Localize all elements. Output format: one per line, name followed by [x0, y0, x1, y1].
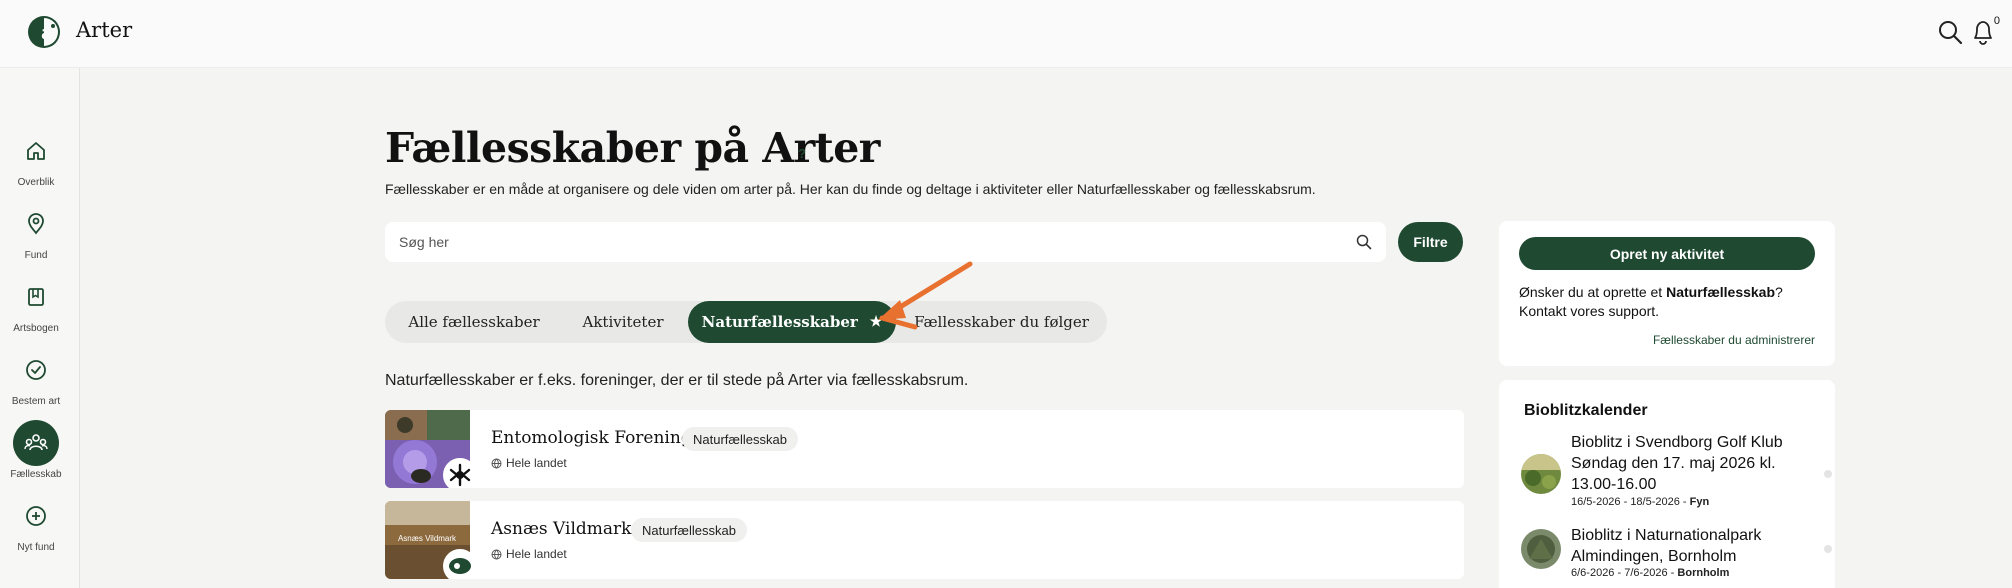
event-title: Bioblitz i Naturnationalpark Almindingen… [1571, 527, 1762, 565]
notification-bell-icon[interactable]: 0 [1970, 15, 2000, 46]
search-icon[interactable] [1356, 234, 1372, 250]
home-icon [13, 128, 59, 174]
support-text-part: Ønsker du at oprette et [1519, 284, 1667, 300]
event-image [1521, 529, 1561, 569]
event-region: Bornholm [1677, 567, 1730, 579]
sidebar-item-label: Nyt fund [17, 542, 55, 553]
tab-alle-faellesskaber[interactable]: Alle fællesskaber [385, 301, 563, 343]
community-name: Asnæs Vildmark [491, 519, 632, 539]
community-icon [13, 420, 59, 466]
search-icon[interactable] [1936, 18, 1964, 46]
admin-communities-link[interactable]: Fællesskaber du administrerer [1653, 333, 1815, 347]
event-region: Fyn [1689, 496, 1710, 508]
community-logo-icon [443, 549, 477, 579]
event-meta: 6/6-2026 - 7/6-2026 - Bornholm [1571, 567, 1729, 579]
community-logo-icon [443, 458, 477, 488]
sidebar-item-overblik[interactable]: Overblik [0, 128, 72, 188]
help-icon[interactable]: ? [798, 146, 806, 161]
community-image-text: Asnæs Vildmark [398, 534, 457, 543]
page-intro: Fællesskaber er en måde at organisere og… [385, 181, 1316, 197]
location-pin-icon [13, 201, 59, 247]
event-image [1521, 454, 1561, 494]
community-location: Hele landet [491, 456, 567, 470]
tab-aktiviteter[interactable]: Aktiviteter [563, 301, 683, 343]
globe-icon [491, 458, 502, 469]
tab-label: Naturfællesskaber [701, 313, 858, 331]
globe-icon [491, 549, 502, 560]
search-field [385, 222, 1386, 262]
tab-label: Aktiviteter [582, 313, 664, 331]
sidebar-item-label: Fællesskab [10, 469, 62, 480]
sidebar-item-artsbogen[interactable]: Artsbogen [0, 274, 72, 334]
sidebar-item-label: Fund [24, 250, 48, 261]
top-bar: a Arter 0 [0, 0, 2012, 68]
tab-faellesskaber-du-foelger[interactable]: Fællesskaber du følger [896, 301, 1107, 343]
event-dates: 6/6-2026 - 7/6-2026 - [1571, 567, 1678, 579]
event-dot-icon [1824, 545, 1832, 553]
sidebar-item-label: Artsbogen [13, 323, 59, 334]
sidebar-item-faellesskab[interactable]: Fællesskab [0, 420, 72, 480]
arter-logo-icon[interactable]: a [26, 12, 66, 52]
sidebar-item-bestem-art[interactable]: Bestem art [0, 347, 72, 407]
plus-circle-icon [13, 493, 59, 539]
community-card[interactable]: Asnæs Vildmark Asnæs Vildmark Naturfælle… [385, 501, 1464, 579]
create-activity-button[interactable]: Opret ny aktivitet [1519, 237, 1815, 270]
sidebar-item-nyt-fund[interactable]: Nyt fund [0, 493, 72, 553]
app-title[interactable]: Arter [76, 18, 132, 42]
tab-description: Naturfællesskaber er f.eks. foreninger, … [385, 372, 969, 389]
event-meta: 16/5-2026 - 18/5-2026 - Fyn [1571, 496, 1709, 508]
event-dates: 16/5-2026 - 18/5-2026 - [1571, 496, 1690, 508]
check-circle-icon [13, 347, 59, 393]
bioblitz-calendar: Bioblitzkalender Bioblitz i Svendborg Go… [1499, 380, 1835, 588]
sidebar-item-label: Bestem art [11, 396, 61, 407]
tab-naturfaellesskaber[interactable]: Naturfællesskaber ★ [688, 301, 896, 343]
notification-count: 0 [1993, 15, 2000, 27]
event-dot-icon [1824, 470, 1832, 478]
community-location: Hele landet [491, 547, 567, 561]
calendar-title: Bioblitzkalender [1524, 402, 1648, 419]
create-activity-panel: Opret ny aktivitet Ønsker du at oprette … [1499, 221, 1835, 366]
book-icon [13, 274, 59, 320]
support-text-bold: Naturfællesskab [1666, 284, 1776, 300]
sidebar: Overblik Fund Artsbogen Bestem art Fælle… [0, 68, 80, 588]
location-label: Hele landet [506, 547, 567, 561]
community-type-badge: Naturfællesskab [631, 518, 747, 542]
community-card[interactable]: Entomologisk Forening Naturfællesskab He… [385, 410, 1464, 488]
sidebar-item-fund[interactable]: Fund [0, 201, 72, 261]
community-tabs: Alle fællesskaber Aktiviteter Naturfælle… [385, 301, 1107, 343]
star-icon: ★ [869, 314, 883, 330]
sidebar-item-label: Overblik [17, 177, 55, 188]
location-label: Hele landet [506, 456, 567, 470]
support-text: Ønsker du at oprette et Naturfællesskab?… [1519, 283, 1819, 321]
community-type-badge: Naturfællesskab [682, 427, 798, 451]
search-input[interactable] [399, 222, 1339, 262]
svg-text:a: a [41, 20, 54, 44]
tab-label: Fællesskaber du følger [914, 313, 1089, 331]
tab-label: Alle fællesskaber [408, 313, 540, 331]
community-name: Entomologisk Forening [491, 428, 692, 448]
event-title: Bioblitz i Svendborg Golf Klub Søndag de… [1571, 434, 1783, 493]
filter-button[interactable]: Filtre [1398, 222, 1463, 262]
